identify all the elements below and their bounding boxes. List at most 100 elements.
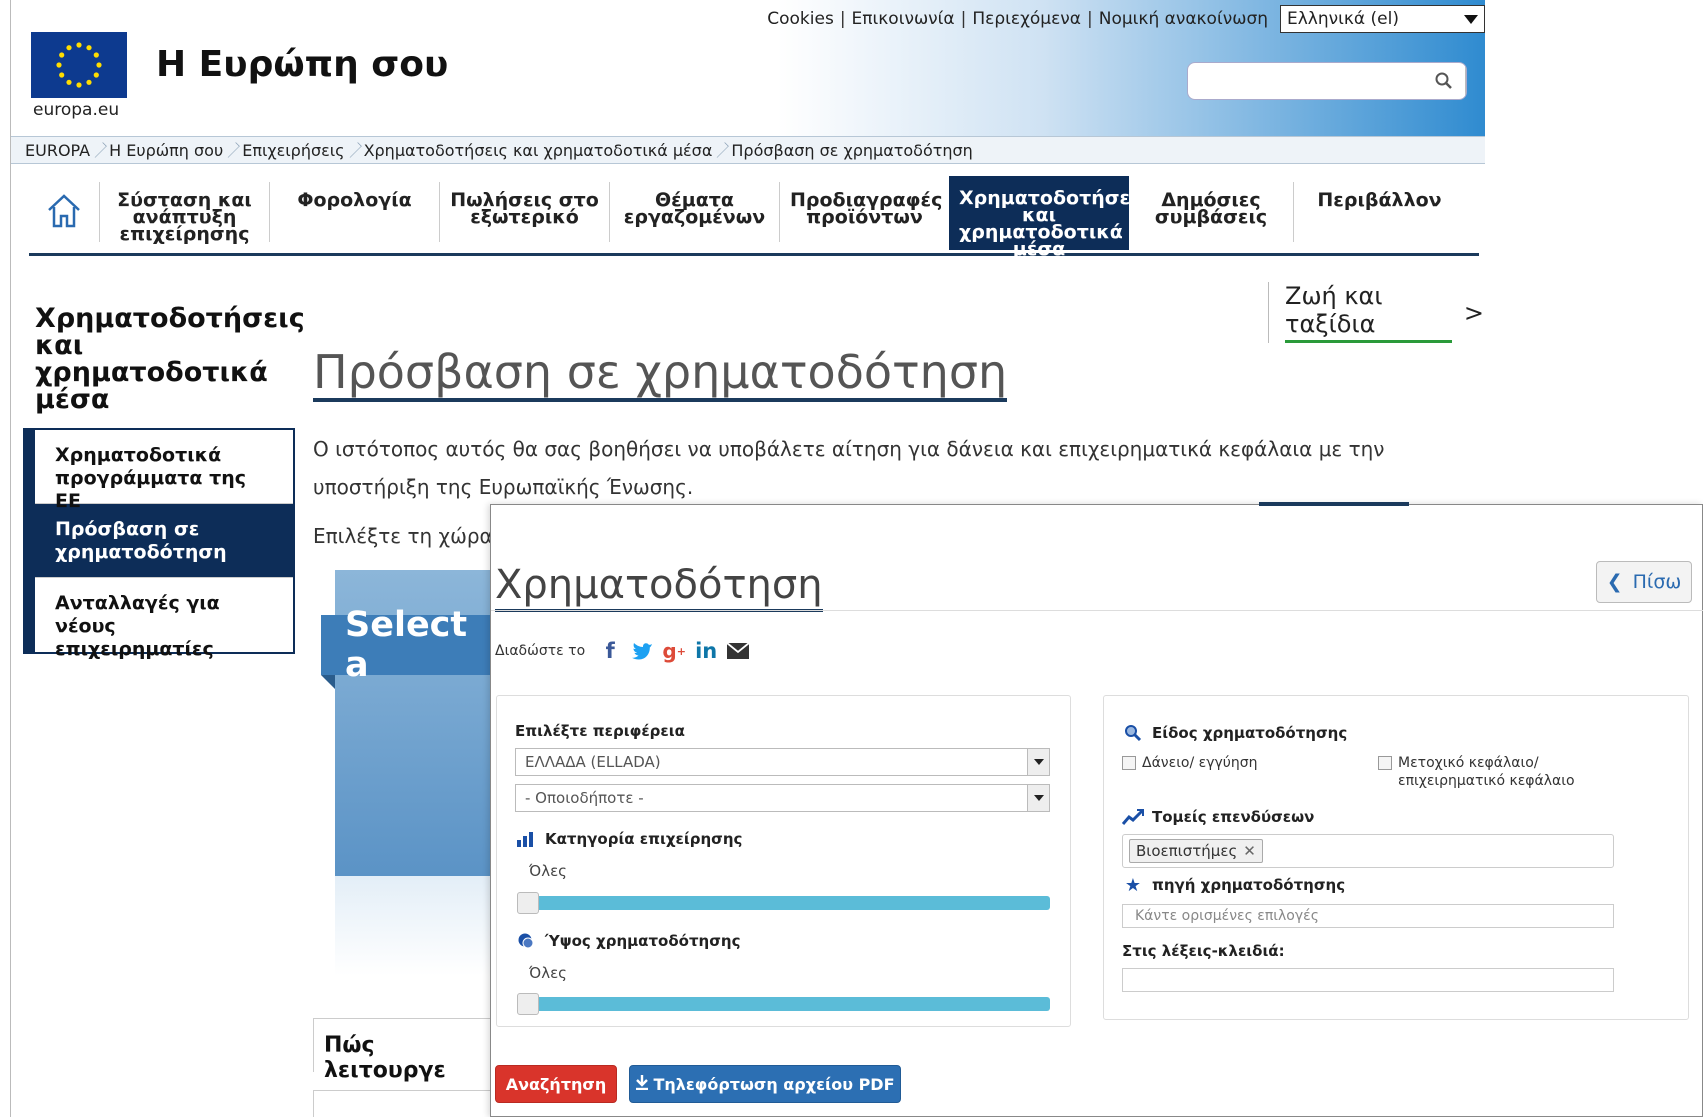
home-button[interactable]: [29, 176, 99, 246]
loan-guarantee-checkbox[interactable]: [1122, 756, 1136, 770]
sidebar-item-access-to-finance[interactable]: Πρόσβαση σε χρηματοδότηση: [35, 504, 293, 578]
panel-top-strip: [1259, 502, 1409, 506]
share-bar: Διαδώστε το f g + in: [495, 639, 751, 663]
select-country-banner: Select a: [321, 605, 501, 689]
region-label: Επιλέξτε περιφέρεια: [515, 722, 685, 740]
google-plus-icon[interactable]: g +: [661, 639, 687, 663]
how-it-works-box: [313, 1090, 503, 1117]
nav-item-taxation[interactable]: Φορολογία: [269, 182, 439, 242]
facebook-icon[interactable]: f: [597, 639, 623, 663]
eu-flag-logo[interactable]: [31, 32, 127, 98]
back-label: Πίσω: [1632, 571, 1682, 593]
keywords-input[interactable]: [1122, 968, 1614, 992]
breadcrumb-item[interactable]: EUROPA: [25, 141, 90, 160]
nav-item-start-business[interactable]: Σύσταση και ανάπτυξη επιχείρησης: [99, 182, 269, 244]
nav-item-employees[interactable]: Θέματα εργαζομένων: [609, 182, 779, 242]
breadcrumb-item[interactable]: Χρηματοδοτήσεις και χρηματοδοτικά μέσα: [364, 141, 713, 160]
funding-amount-slider[interactable]: [517, 993, 1050, 1015]
business-category-slider[interactable]: [517, 892, 1050, 914]
subregion-value: - Οποιοδήποτε -: [525, 789, 644, 807]
chevron-down-icon: [1027, 749, 1049, 775]
search-icon: [1435, 72, 1452, 89]
download-icon: [635, 1074, 649, 1094]
breadcrumb-separator-icon: [345, 142, 362, 158]
sector-tag: Βιοεπιστήμες ✕: [1129, 839, 1263, 863]
bar-chart-icon: [515, 830, 537, 848]
breadcrumb-separator-icon: [91, 142, 107, 158]
contact-link[interactable]: Επικοινωνία: [846, 9, 961, 29]
region-select[interactable]: ΕΛΛΑΔΑ (ELLADA): [515, 748, 1050, 776]
sidebar-item-young-entrepreneurs[interactable]: Ανταλλαγές για νέους επιχειρηματίες: [35, 578, 293, 660]
cookies-link[interactable]: Cookies: [761, 9, 840, 29]
search-button[interactable]: [1422, 63, 1466, 99]
slider-handle[interactable]: [517, 993, 539, 1015]
life-travel-link[interactable]: Ζωή και ταξίδια >: [1268, 282, 1484, 343]
chevron-left-icon: ❮: [1606, 571, 1623, 593]
intro-text: Ο ιστότοπος αυτός θα σας βοηθήσει να υπο…: [313, 437, 1385, 499]
breadcrumb: EUROPA Η Ευρώπη σου Επιχειρήσεις Χρηματο…: [11, 136, 1485, 164]
home-icon: [48, 194, 80, 228]
language-value: Ελληνικά (el): [1287, 9, 1399, 29]
region-value: ΕΛΛΑΔΑ (ELLADA): [525, 753, 661, 771]
site-search: [1187, 62, 1467, 100]
chevron-right-icon: >: [1463, 298, 1484, 327]
chevron-down-icon: [1027, 785, 1049, 811]
legal-notice-link[interactable]: Νομική ανακοίνωση: [1093, 9, 1274, 29]
trend-icon: [1122, 808, 1144, 826]
breadcrumb-separator-icon: [224, 142, 240, 158]
sectors-input[interactable]: Βιοεπιστήμες ✕: [1122, 834, 1614, 868]
filters-left: Επιλέξτε περιφέρεια ΕΛΛΑΔΑ (ELLADA) - Οπ…: [496, 695, 1071, 1027]
loan-guarantee-label: Δάνειο/ εγγύηση: [1142, 755, 1258, 771]
breadcrumb-item[interactable]: Επιχειρήσεις: [242, 141, 344, 160]
loan-guarantee-option[interactable]: Δάνειο/ εγγύηση: [1122, 754, 1258, 772]
sidebar-item-eu-programmes[interactable]: Χρηματοδοτικά προγράμματα της ΕΕ: [35, 430, 293, 512]
eu-stars-icon: [56, 42, 102, 88]
search-submit-button[interactable]: Αναζήτηση: [495, 1065, 617, 1103]
linkedin-icon[interactable]: in: [693, 639, 719, 663]
life-travel-label: Ζωή και ταξίδια: [1285, 282, 1452, 343]
nav-item-environment[interactable]: Περιβάλλον: [1293, 182, 1465, 242]
main-navigation: Σύσταση και ανάπτυξη επιχείρησης Φορολογ…: [29, 176, 1479, 259]
funding-type-label: Είδος χρηματοδότησης: [1122, 724, 1347, 742]
how-it-works-heading: Πώς λειτουργε: [313, 1018, 503, 1083]
site-header: Cookies | Επικοινωνία | Περιεχόμενα | Νομικ…: [11, 0, 1485, 136]
funding-source-input[interactable]: Κάντε ορισμένες επιλογές: [1122, 904, 1614, 928]
breadcrumb-separator-icon: [713, 142, 730, 158]
filters-right: Είδος χρηματοδότησης Δάνειο/ εγγύηση Μετ…: [1103, 695, 1689, 1020]
twitter-icon[interactable]: [629, 639, 655, 663]
nav-item-selling-abroad[interactable]: Πωλήσεις στο εξωτερικό: [439, 182, 609, 242]
magnifier-icon: [1122, 724, 1144, 742]
site-title[interactable]: Η Ευρώπη σου: [156, 44, 448, 85]
slider-handle[interactable]: [517, 892, 539, 914]
equity-option[interactable]: Μετοχικό κεφάλαιο/ επιχειρηματικό κεφάλα…: [1378, 754, 1578, 790]
nav-item-product-requirements[interactable]: Προδιαγραφές προϊόντων: [779, 182, 949, 242]
back-button[interactable]: ❮ Πίσω: [1596, 561, 1692, 603]
investment-sectors-label: Τομείς επενδύσεων: [1122, 808, 1314, 826]
remove-tag-icon[interactable]: ✕: [1243, 842, 1256, 860]
email-icon[interactable]: [725, 639, 751, 663]
panel-title: Χρηματοδότηση: [495, 563, 823, 612]
star-icon: ★: [1124, 874, 1142, 896]
sidebar-nav: Χρηματοδοτικά προγράμματα της ΕΕ Πρόσβασ…: [23, 428, 295, 660]
funding-source-label: ★ πηγή χρηματοδότησης: [1122, 874, 1345, 896]
funding-amount-value: Όλες: [529, 964, 567, 982]
breadcrumb-item[interactable]: Η Ευρώπη σου: [109, 141, 223, 160]
equity-label: Μετοχικό κεφάλαιο/ επιχειρηματικό κεφάλα…: [1398, 755, 1575, 789]
eu-domain-label: europa.eu: [33, 100, 120, 120]
download-pdf-label: Τηλεφόρτωση αρχείου PDF: [653, 1074, 895, 1094]
top-links: Cookies | Επικοινωνία | Περιεχόμενα | Νομικ…: [761, 5, 1485, 33]
download-pdf-button[interactable]: Τηλεφόρτωση αρχείου PDF: [629, 1065, 901, 1103]
equity-checkbox[interactable]: [1378, 756, 1392, 770]
keywords-label: Στις λέξεις-κλειδιά:: [1122, 942, 1285, 960]
nav-item-funding[interactable]: Χρηματοδοτήσεις και χρηματοδοτικά μέσα: [949, 176, 1149, 259]
language-select[interactable]: Ελληνικά (el): [1280, 5, 1485, 33]
contents-link[interactable]: Περιεχόμενα: [966, 9, 1087, 29]
choose-country-text: Επιλέξτε τη χώρα: [313, 524, 493, 548]
business-category-value: Όλες: [529, 862, 567, 880]
panel-divider: [491, 610, 1703, 611]
nav-item-public-tenders[interactable]: Δημόσιες συμβάσεις: [1129, 182, 1293, 242]
page-title: Πρόσβαση σε χρηματοδότηση: [313, 346, 1008, 402]
subregion-select[interactable]: - Οποιοδήποτε -: [515, 784, 1050, 812]
business-category-label: Κατηγορία επιχείρησης: [515, 830, 742, 848]
share-label: Διαδώστε το: [495, 643, 586, 659]
